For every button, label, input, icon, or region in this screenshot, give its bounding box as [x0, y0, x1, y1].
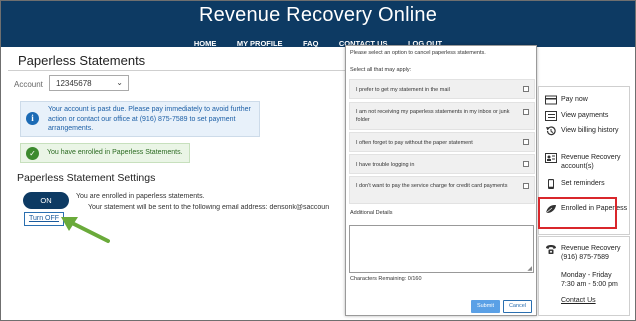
option-prefer-mail[interactable]: I prefer to get my statement in the mail: [349, 79, 535, 99]
contact-org-name: Revenue Recovery: [561, 245, 621, 252]
cancel-button[interactable]: Cancel: [503, 300, 532, 313]
option-not-receiving[interactable]: I am not receiving my paperless statemen…: [349, 102, 535, 130]
statement-email-text: Your statement will be sent to the follo…: [88, 204, 330, 211]
contact-us-link[interactable]: Contact Us: [561, 297, 596, 304]
sidebar-item-label: View billing history: [561, 127, 619, 134]
past-due-alert-text: Your account is past due. Please pay imm…: [48, 106, 251, 132]
enrolled-highlight-box: [538, 197, 617, 229]
option-trouble-logging-in[interactable]: I have trouble logging in: [349, 154, 535, 174]
contact-info: Revenue Recovery (916) 875-7589: [561, 244, 629, 262]
modal-select-all-hint: Select all that may apply:: [350, 67, 412, 73]
list-icon: [545, 111, 557, 121]
characters-remaining: Characters Remaining: 0/160: [350, 276, 422, 282]
info-icon: i: [26, 112, 39, 125]
option-label: I prefer to get my statement in the mail: [356, 87, 450, 93]
option-checkbox[interactable]: [523, 183, 529, 189]
enrolled-success-alert: ✓ You have enrolled in Paperless Stateme…: [20, 143, 190, 163]
pointer-arrow-icon: [61, 217, 110, 243]
option-label: I often forget to pay without the paper …: [356, 140, 473, 146]
contact-hours: Monday - Friday 7:30 am - 5:00 pm: [561, 271, 629, 289]
enrolled-status-text: You are enrolled in paperless statements…: [76, 193, 205, 200]
option-checkbox[interactable]: [523, 161, 529, 167]
check-icon: ✓: [26, 147, 39, 160]
contact-hours-days: Monday - Friday: [561, 272, 612, 279]
account-select-value: 12345678: [56, 79, 92, 88]
title-divider: [8, 70, 348, 71]
id-card-icon: [545, 153, 557, 163]
additional-details-label: Additional Details: [350, 210, 393, 216]
paperless-toggle[interactable]: ON: [23, 192, 69, 209]
option-forget-to-pay[interactable]: I often forget to pay without the paper …: [349, 132, 535, 152]
sidebar-item-label: View payments: [561, 112, 609, 119]
past-due-alert: i Your account is past due. Please pay i…: [20, 101, 260, 137]
main-nav: HOME MY PROFILE FAQ CONTACT US LOG OUT: [1, 33, 635, 51]
site-header: Revenue Recovery Online HOME MY PROFILE …: [1, 1, 635, 48]
phone-icon: [548, 179, 554, 189]
option-label: I don't want to pay the service charge f…: [356, 183, 508, 189]
phone-handset-icon: [546, 245, 556, 254]
additional-details-textarea[interactable]: ◢: [349, 225, 534, 273]
sidebar-item-label: Pay now: [561, 96, 588, 103]
option-label: I am not receiving my paperless statemen…: [356, 109, 510, 123]
history-icon: [546, 126, 556, 136]
option-checkbox[interactable]: [523, 86, 529, 92]
enrolled-success-text: You have enrolled in Paperless Statement…: [47, 149, 183, 156]
sidebar-item-label: Revenue Recovery account(s): [561, 154, 621, 170]
settings-title: Paperless Statement Settings: [17, 172, 156, 184]
nav-faq[interactable]: FAQ: [303, 39, 318, 48]
option-checkbox[interactable]: [523, 109, 529, 115]
chevron-down-icon: ⌄: [116, 78, 123, 87]
option-service-charge[interactable]: I don't want to pay the service charge f…: [349, 176, 535, 204]
card-icon: [545, 95, 557, 105]
contact-panel: Revenue Recovery (916) 875-7589 Monday -…: [538, 236, 630, 316]
site-title: Revenue Recovery Online: [198, 4, 438, 26]
account-label: Account: [14, 80, 43, 89]
submit-button[interactable]: Submit: [471, 300, 500, 313]
contact-phone: (916) 875-7589: [561, 254, 609, 261]
nav-home[interactable]: HOME: [194, 39, 217, 48]
page-title: Paperless Statements: [18, 53, 146, 68]
modal-prompt: Please select an option to cancel paperl…: [350, 50, 486, 56]
cancel-paperless-modal: Please select an option to cancel paperl…: [345, 45, 537, 316]
option-checkbox[interactable]: [523, 139, 529, 145]
option-label: I have trouble logging in: [356, 162, 415, 168]
account-select[interactable]: 12345678 ⌄: [49, 75, 129, 91]
sidebar-item-label: Set reminders: [561, 180, 605, 187]
contact-hours-time: 7:30 am - 5:00 pm: [561, 281, 618, 288]
nav-my-profile[interactable]: MY PROFILE: [237, 39, 283, 48]
resize-grip-icon[interactable]: ◢: [527, 265, 532, 272]
